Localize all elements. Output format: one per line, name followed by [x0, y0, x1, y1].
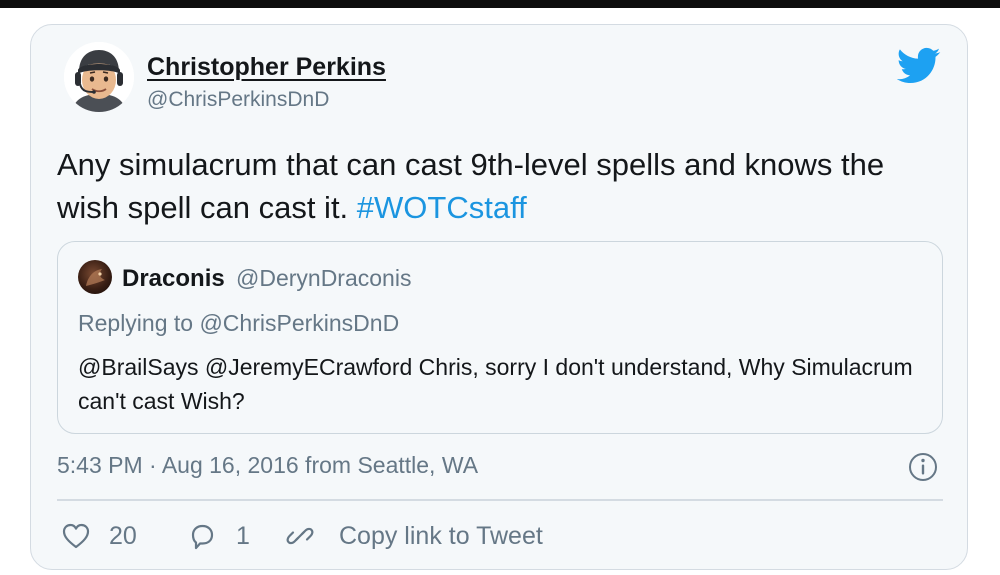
author-avatar[interactable]: [64, 42, 134, 112]
replying-to: Replying to @ChrisPerkinsDnD: [78, 310, 400, 336]
tweet-actions: 20 1 Copy link to Tweet: [57, 519, 943, 555]
author-handle[interactable]: @ChrisPerkinsDnD: [147, 88, 329, 112]
tweet-timestamp[interactable]: 5:43 PM · Aug 16, 2016 from Seattle, WA: [57, 452, 478, 479]
tweet-text: Any simulacrum that can cast 9th-level s…: [57, 143, 937, 229]
quoted-tweet-text: @BrailSays @JeremyECrawford Chris, sorry…: [78, 354, 913, 414]
heart-icon[interactable]: [61, 521, 91, 551]
like-count: 20: [109, 522, 137, 550]
author-name[interactable]: Christopher Perkins: [147, 53, 386, 82]
dragon-avatar-icon: [86, 269, 105, 286]
quoted-author-handle[interactable]: @DerynDraconis: [236, 265, 411, 292]
twitter-bird-icon[interactable]: [897, 47, 941, 85]
reply-bubble-icon[interactable]: [187, 521, 217, 551]
cartoon-avatar-icon: [64, 42, 134, 112]
quoted-author-avatar[interactable]: [78, 260, 112, 294]
link-icon[interactable]: [285, 521, 315, 551]
hashtag-link[interactable]: #WOTCstaff: [357, 190, 527, 225]
copy-link-button[interactable]: Copy link to Tweet: [339, 522, 543, 551]
reply-count: 1: [236, 522, 250, 550]
top-black-bar: [0, 0, 1000, 8]
info-icon[interactable]: [907, 451, 939, 483]
quoted-author-name[interactable]: Draconis: [122, 265, 225, 293]
quoted-tweet[interactable]: Draconis @DerynDraconis Replying to @Chr…: [57, 241, 943, 434]
tweet-card: Christopher Perkins @ChrisPerkinsDnD Any…: [30, 24, 968, 570]
divider: [57, 499, 943, 501]
